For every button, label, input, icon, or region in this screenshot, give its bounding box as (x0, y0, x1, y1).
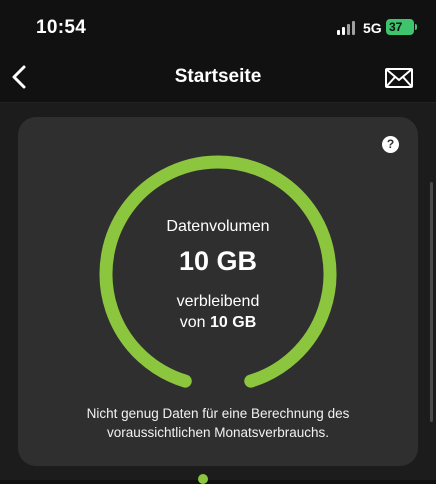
page-title: Startseite (174, 66, 262, 87)
total-prefix: von (179, 314, 206, 331)
battery-level: 37 (389, 20, 403, 34)
help-icon[interactable]: ? (382, 136, 399, 153)
page-indicator-dot (198, 474, 208, 484)
network-type: 5G (363, 20, 382, 36)
forecast-note: Nicht genug Daten für eine Berechnung de… (86, 406, 350, 440)
battery-tip (415, 24, 417, 30)
data-volume-value: 10 GB (178, 246, 258, 276)
navigation-bar: Startseite (0, 52, 436, 103)
status-bar: 10:54 5G 37 (0, 0, 436, 52)
total-volume-text: von 10 GB (0, 314, 436, 332)
remaining-label: verbleibend (176, 293, 260, 310)
total-volume-value: 10 GB (210, 314, 257, 331)
status-time: 10:54 (36, 17, 87, 38)
envelope-icon (385, 68, 413, 88)
data-volume-label: Datenvolumen (166, 218, 270, 235)
battery-icon: 37 (386, 19, 414, 35)
cellular-signal-icon (337, 21, 357, 35)
messages-button[interactable] (384, 66, 414, 90)
